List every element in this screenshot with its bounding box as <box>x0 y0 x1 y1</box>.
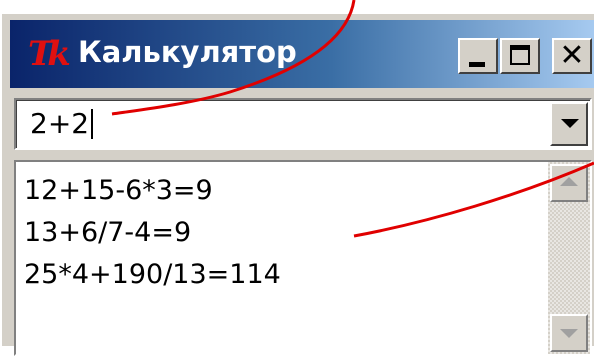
minimize-icon <box>469 62 485 67</box>
scroll-down-button[interactable] <box>550 314 588 352</box>
title-bar[interactable]: Tk Калькулятор ✕ <box>10 20 594 88</box>
close-button[interactable]: ✕ <box>552 38 592 74</box>
expression-combobox[interactable]: 2+2 <box>14 98 592 150</box>
expression-value: 2+2 <box>30 107 90 140</box>
expression-input[interactable]: 2+2 <box>30 106 94 142</box>
history-list: 12+15-6*3=9 13+6/7-4=9 25*4+190/13=114 <box>24 170 544 296</box>
history-listbox[interactable]: 12+15-6*3=9 13+6/7-4=9 25*4+190/13=114 <box>14 160 592 356</box>
calculator-window: Tk Калькулятор ✕ 2+2 12+15-6*3=9 13+6/7-… <box>0 12 594 356</box>
maximize-icon <box>510 45 530 65</box>
list-item[interactable]: 25*4+190/13=114 <box>24 254 544 296</box>
arrow-down-icon <box>560 329 578 338</box>
close-icon: ✕ <box>559 38 585 73</box>
window-title: Калькулятор <box>78 35 297 69</box>
list-item[interactable]: 12+15-6*3=9 <box>24 170 544 212</box>
minimize-button[interactable] <box>458 38 498 74</box>
dropdown-button[interactable] <box>550 102 588 146</box>
tk-feather-icon: Tk <box>28 34 71 74</box>
list-item[interactable]: 13+6/7-4=9 <box>24 212 544 254</box>
scroll-up-button[interactable] <box>550 164 588 202</box>
text-caret <box>91 109 94 139</box>
chevron-down-icon <box>561 119 579 128</box>
vertical-scrollbar[interactable] <box>548 162 590 354</box>
maximize-button[interactable] <box>500 38 540 74</box>
arrow-up-icon <box>560 177 578 186</box>
